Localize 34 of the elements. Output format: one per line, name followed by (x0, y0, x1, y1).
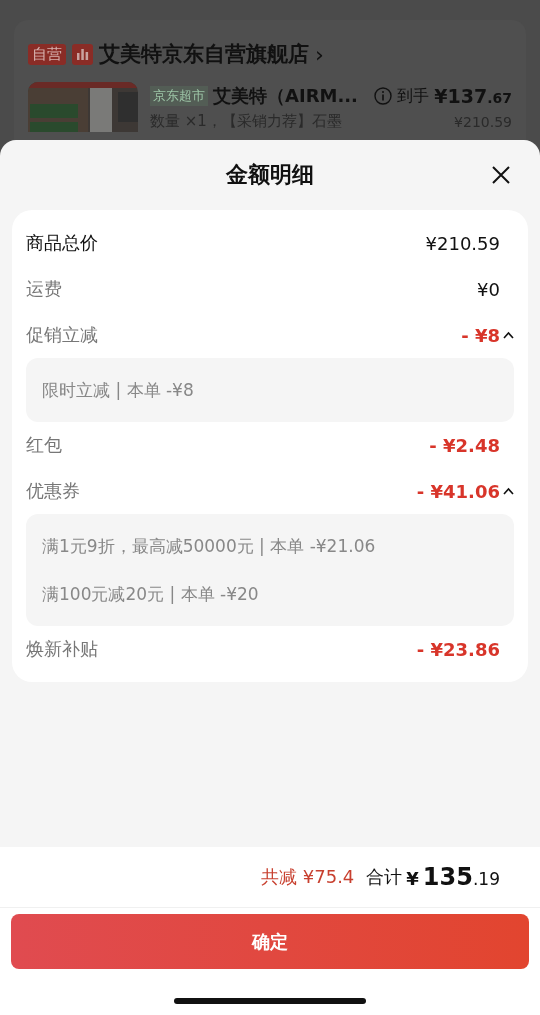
row-amount: ¥0 (477, 278, 500, 300)
channel-tag: 京东超市 (150, 86, 208, 106)
row-amount: - ¥41.06 (416, 480, 500, 502)
total-fraction: .19 (472, 869, 500, 889)
row-label: 红包 (26, 433, 63, 457)
sheet-title: 金额明细 (226, 161, 314, 189)
total-savings: 共减 ¥75.4 (261, 865, 355, 889)
product-title[interactable]: 艾美特（AIRM... (213, 84, 358, 108)
close-icon[interactable] (490, 164, 512, 186)
detail-text: 限时立减 | 本单 -¥8 (42, 378, 195, 402)
currency-sign: ¥ (406, 868, 419, 889)
chevron: › (315, 41, 324, 67)
detail-text: 满100元减20元 | 本单 -¥20 (42, 582, 260, 606)
row-label: 促销立减 (26, 323, 99, 347)
row-label: 焕新补贴 (26, 637, 99, 661)
self-operated-badge: 自营 (28, 43, 66, 65)
detail-text: 满1元9折，最高减50000元 | 本单 -¥21.06 (42, 534, 377, 558)
total-amount: 135 (422, 863, 473, 891)
total-label: 合计 (366, 865, 403, 889)
caret-up-icon[interactable] (503, 331, 514, 339)
row-label: 运费 (26, 277, 63, 301)
price: ¥137 (434, 85, 488, 107)
row-amount: - ¥23.86 (416, 638, 500, 660)
caret-up-icon[interactable] (503, 487, 514, 495)
price-fraction: .67 (487, 90, 512, 106)
row-label: 优惠券 (26, 479, 81, 503)
store-name[interactable]: 艾美特京东自营旗舰店 (99, 40, 309, 68)
price-label: 到手 (397, 85, 430, 107)
row-amount: - ¥8 (461, 324, 500, 346)
bar-chart-icon (72, 43, 93, 65)
row-label: 商品总价 (26, 231, 99, 255)
row-amount: ¥210.59 (425, 232, 500, 254)
confirm-button[interactable]: 确定 (11, 914, 529, 969)
row-amount: - ¥2.48 (429, 434, 500, 456)
